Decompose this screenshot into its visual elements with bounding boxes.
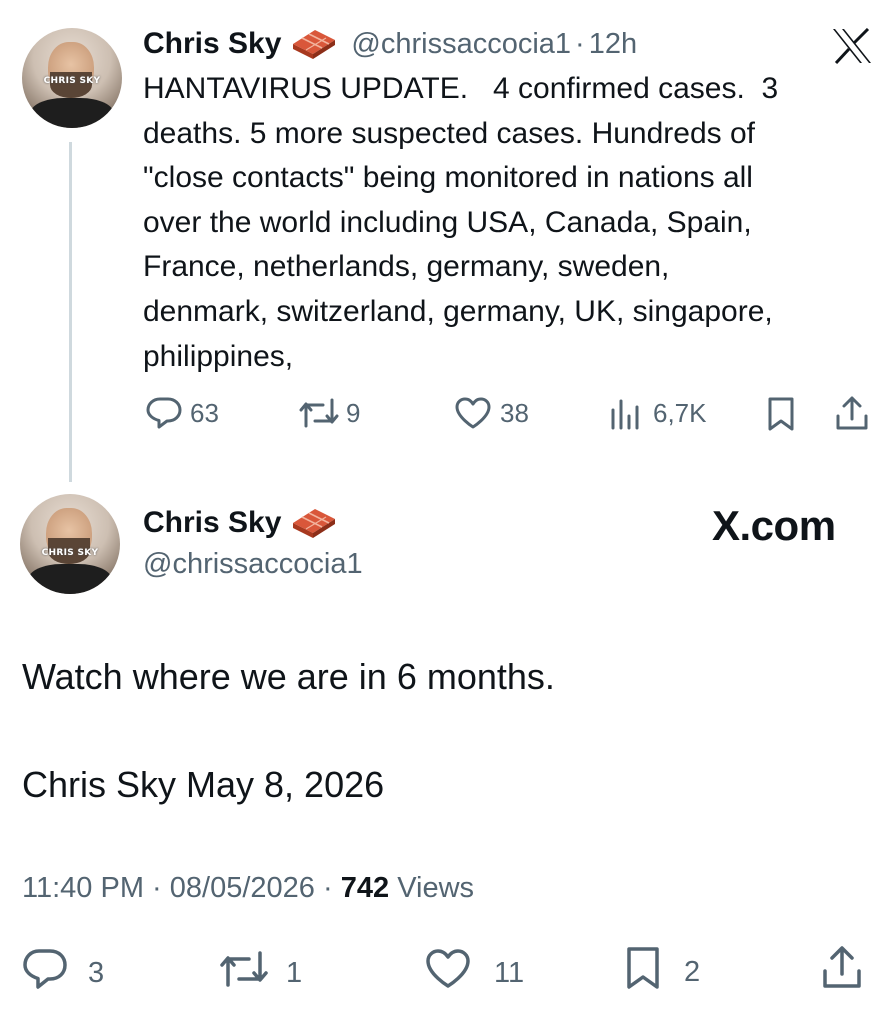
brick-emoji-icon	[289, 503, 339, 544]
avatar[interactable]: CHRIS SKY	[20, 494, 120, 594]
avatar-brand-text: CHRIS SKY	[43, 76, 101, 86]
avatar-brand-text: CHRIS SKY	[41, 548, 99, 558]
repost-icon	[298, 396, 340, 430]
tweet-text-line: denmark, switzerland, germany, UK, singa…	[143, 294, 773, 328]
repost-icon	[218, 948, 270, 998]
meta-separator: ·	[152, 872, 162, 904]
views-button[interactable]: 6,7K	[609, 396, 707, 430]
like-button[interactable]: 11	[424, 948, 524, 998]
share-button[interactable]	[834, 394, 870, 432]
author-handle[interactable]: @chrissaccocia1	[351, 28, 571, 61]
tweet-date[interactable]: 08/05/2026	[170, 872, 315, 904]
reply-icon	[22, 948, 68, 998]
main-author-row: Chris Sky	[143, 502, 339, 544]
tweet-text-line: deaths. 5 more suspected cases. Hundreds…	[143, 116, 756, 150]
bookmark-button[interactable]: 2	[624, 946, 700, 998]
thread-line	[69, 142, 72, 482]
views-label: Views	[397, 872, 475, 904]
heart-icon	[424, 948, 472, 998]
reply-icon	[146, 396, 182, 430]
brick-emoji-icon	[289, 24, 339, 65]
tweet-time[interactable]: 12h	[589, 28, 637, 61]
reply-count: 3	[88, 956, 105, 989]
tweet-text-line: "close contacts" being monitored in nati…	[143, 161, 753, 195]
author-handle[interactable]: @chrissaccocia1	[143, 548, 363, 581]
share-icon	[820, 944, 864, 998]
author-name[interactable]: Chris Sky	[143, 27, 281, 61]
repost-count: 9	[346, 397, 361, 428]
like-count: 11	[494, 956, 525, 989]
main-tweet-text: Watch where we are in 6 months.	[22, 656, 555, 697]
tweet-text-line: HANTAVIRUS UPDATE. 4 confirmed cases. 3	[143, 72, 779, 105]
analytics-icon	[609, 396, 641, 430]
main-tweet-signature: Chris Sky May 8, 2026	[22, 764, 385, 805]
tweet-text: HANTAVIRUS UPDATE. 4 confirmed cases. 3 …	[143, 67, 883, 379]
x-com-label: X.com	[712, 502, 836, 550]
like-count: 38	[500, 397, 529, 428]
tweet-header: Chris Sky @chrissaccocia1 · 12h	[143, 24, 637, 64]
tweet-meta: 11:40 PM · 08/05/2026 · 742 Views	[22, 872, 474, 905]
heart-icon	[454, 396, 492, 430]
tweet-text-line: over the world including USA, Canada, Sp…	[143, 205, 752, 239]
reply-button[interactable]: 3	[22, 948, 104, 998]
bookmark-icon	[766, 396, 796, 432]
x-logo-icon[interactable]	[832, 27, 872, 69]
avatar-shirt	[28, 564, 112, 594]
bookmark-icon	[624, 946, 662, 998]
bookmark-button[interactable]	[766, 396, 796, 432]
tweet-text-line: France, netherlands, germany, sweden,	[143, 250, 670, 284]
reply-count: 63	[190, 397, 219, 428]
like-button[interactable]: 38	[454, 396, 529, 430]
share-icon	[834, 394, 870, 432]
repost-count: 1	[286, 956, 303, 989]
repost-button[interactable]: 9	[298, 396, 360, 430]
tweet-time[interactable]: 11:40 PM	[22, 872, 144, 904]
tweet-text-line: philippines,	[143, 339, 294, 373]
x-com-text: X.com	[712, 502, 836, 549]
avatar-shirt	[30, 98, 114, 128]
views-count: 742	[340, 872, 390, 904]
share-button[interactable]	[820, 944, 864, 998]
header-separator: ·	[575, 27, 585, 60]
meta-separator: ·	[323, 872, 333, 904]
reply-button[interactable]: 63	[146, 396, 219, 430]
repost-button[interactable]: 1	[218, 948, 302, 998]
views-count: 6,7K	[653, 397, 707, 428]
avatar[interactable]: CHRIS SKY	[22, 28, 122, 128]
author-name[interactable]: Chris Sky	[143, 506, 281, 540]
bookmark-count: 2	[684, 955, 701, 988]
